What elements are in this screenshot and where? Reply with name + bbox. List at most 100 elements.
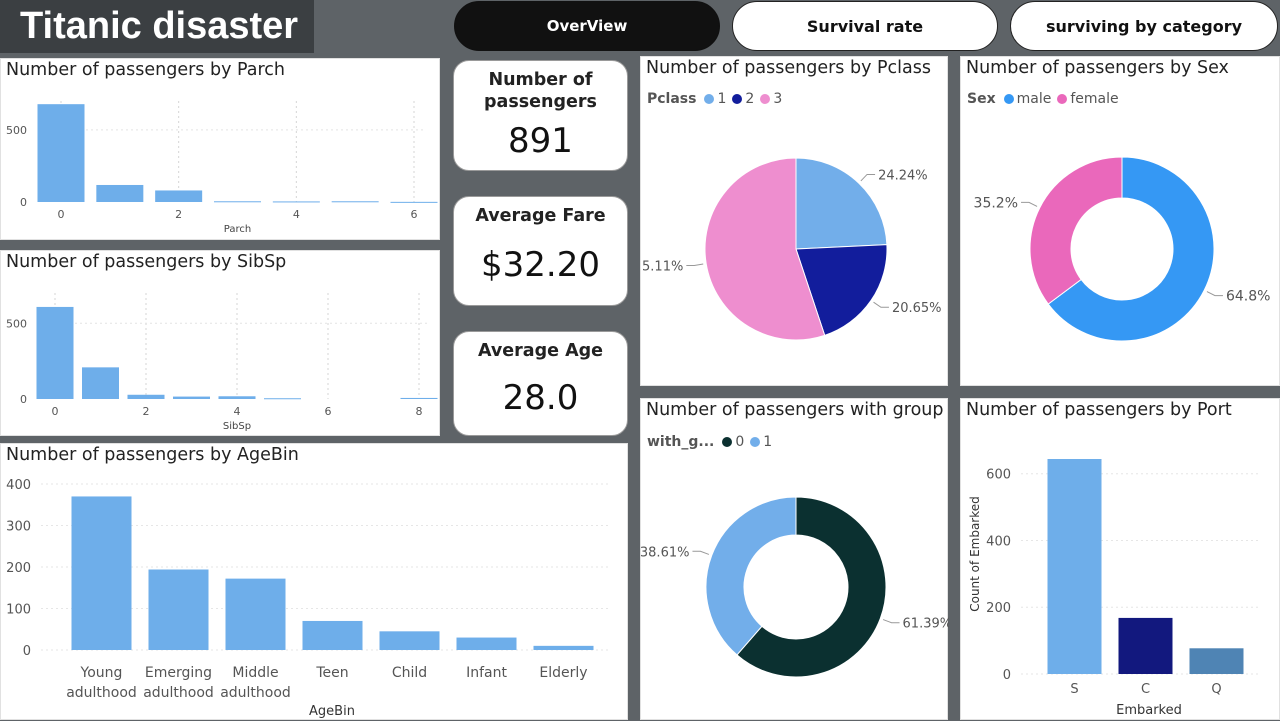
x-tick-label: Emerging: [145, 665, 212, 681]
sibsp-bar-chart: 0 2 4 6 8 0 500 SibSp: [6, 293, 438, 432]
y-tick-label: 0: [20, 196, 27, 209]
x-tick-label: Infant: [466, 665, 507, 681]
sex-chart-panel[interactable]: Number of passengers by Sex Sex male fem…: [960, 56, 1280, 386]
bar: [155, 190, 203, 202]
bar: [148, 569, 209, 650]
x-tick-label: adulthood: [66, 685, 137, 701]
leader-line: [860, 173, 876, 182]
y-tick-label: 300: [6, 520, 31, 535]
x-tick-label: Young: [80, 665, 123, 681]
sex-donut-chart: 64.8% 35.2%: [974, 156, 1270, 342]
x-axis-label: AgeBin: [309, 704, 355, 719]
y-tick-label: 0: [23, 644, 31, 659]
bar: [173, 396, 210, 399]
slice-value-label: 20.65%: [892, 301, 942, 316]
bar: [390, 201, 438, 203]
x-tick-label: Middle: [232, 665, 278, 681]
group-chart-panel[interactable]: Number of passengers with group with_g..…: [640, 398, 949, 720]
x-tick-label: 6: [411, 208, 418, 221]
bar: [37, 104, 85, 202]
y-tick-label: 0: [20, 393, 27, 406]
overview-tab-button[interactable]: OverView: [454, 1, 720, 51]
survival-rate-tab-button[interactable]: Survival rate: [732, 1, 998, 51]
group-donut-chart: 61.39% 38.61%: [641, 496, 949, 678]
y-tick-label: 500: [6, 124, 27, 137]
bar: [456, 637, 517, 650]
passengers-count-value: 891: [508, 121, 573, 161]
x-tick-label: 0: [52, 405, 59, 418]
slice-value-label: 24.24%: [878, 168, 928, 183]
bar: [302, 620, 363, 650]
port-chart-panel[interactable]: Number of passengers by Port 0 200 400 600 S…: [960, 398, 1280, 720]
y-tick-label: 200: [6, 561, 31, 576]
dashboard-title: Titanic disaster: [20, 5, 299, 47]
bar: [96, 184, 144, 202]
x-tick-label: 4: [234, 405, 241, 418]
leader-line: [873, 301, 889, 308]
leader-line: [882, 619, 900, 624]
x-axis-label: Parch: [224, 224, 251, 235]
x-tick-label: 2: [143, 405, 150, 418]
bar: [82, 367, 119, 399]
slice-value-label: 38.61%: [641, 545, 689, 560]
x-axis-label: Embarked: [1116, 703, 1182, 718]
slice-value-label: 55.11%: [641, 259, 683, 274]
bar: [71, 496, 132, 650]
average-age-value: 28.0: [502, 378, 579, 418]
average-fare-label: Average Fare: [475, 206, 606, 226]
title-banner: Titanic disaster: [0, 0, 314, 53]
x-tick-label: C: [1141, 682, 1150, 697]
bar: [1189, 648, 1244, 674]
slice-value-label: 35.2%: [974, 195, 1018, 211]
y-tick-label: 100: [6, 603, 31, 618]
x-tick-label: Q: [1211, 682, 1221, 697]
bar: [400, 397, 438, 399]
surviving-by-category-tab-button[interactable]: surviving by category: [1010, 1, 1278, 51]
bar: [36, 306, 74, 399]
y-tick-label: 400: [6, 478, 31, 493]
bar: [127, 394, 165, 399]
pie-slice: [1029, 156, 1123, 305]
x-tick-label: 2: [175, 208, 182, 221]
passengers-count-card: Number of passengers 891: [453, 60, 628, 171]
leader-line: [1021, 201, 1038, 207]
x-tick-label: 8: [416, 405, 423, 418]
slice-value-label: 61.39%: [903, 617, 949, 632]
bar: [1118, 617, 1173, 674]
pie-slice: [795, 157, 888, 250]
slice-value-label: 64.8%: [1226, 289, 1270, 305]
parch-chart-panel[interactable]: Number of passengers by Parch 0 2 4 6 0 500 Pa…: [0, 58, 440, 240]
bar: [264, 398, 301, 400]
port-bar-chart: 0 200 400 600 S C Q Embarked Count of Embarked: [968, 459, 1261, 718]
x-tick-label: 0: [58, 208, 65, 221]
parch-bar-chart: 0 2 4 6 0 500 Parch: [6, 101, 438, 235]
x-tick-label: 6: [325, 405, 332, 418]
x-tick-label: adulthood: [143, 685, 214, 701]
agebin-bar-chart: 0 100 200 300 400 Young adulthood Emerging adult…: [6, 478, 609, 719]
bar: [272, 201, 320, 203]
leader-line: [686, 263, 704, 266]
average-age-label: Average Age: [477, 341, 604, 361]
y-tick-label: 0: [1003, 668, 1011, 683]
average-age-card: Average Age 28.0: [453, 331, 628, 436]
bar: [331, 201, 379, 203]
bar: [225, 578, 286, 650]
y-axis-label: Count of Embarked: [968, 496, 982, 612]
y-tick-label: 400: [986, 534, 1011, 549]
average-fare-card: Average Fare $32.20: [453, 196, 628, 306]
y-tick-label: 500: [6, 317, 27, 330]
x-tick-label: Teen: [315, 665, 348, 681]
x-tick-label: 4: [293, 208, 300, 221]
agebin-chart-panel[interactable]: Number of passengers by AgeBin 0 100 200 30…: [0, 443, 628, 720]
y-tick-label: 600: [986, 468, 1011, 483]
pclass-chart-panel[interactable]: Number of passengers by Pclass Pclass 1 …: [640, 56, 948, 386]
pie-slice: [705, 496, 797, 656]
pclass-pie-chart: 24.24% 20.65% 55.11%: [641, 157, 942, 341]
sibsp-chart-panel[interactable]: Number of passengers by SibSp 0 2 4 6 8 0 500 S…: [0, 250, 440, 436]
average-fare-value: $32.20: [481, 245, 600, 285]
x-tick-label: Elderly: [539, 665, 587, 681]
x-tick-label: Child: [392, 665, 427, 681]
bar: [218, 396, 256, 399]
bar: [379, 631, 440, 650]
y-tick-label: 200: [986, 601, 1011, 616]
